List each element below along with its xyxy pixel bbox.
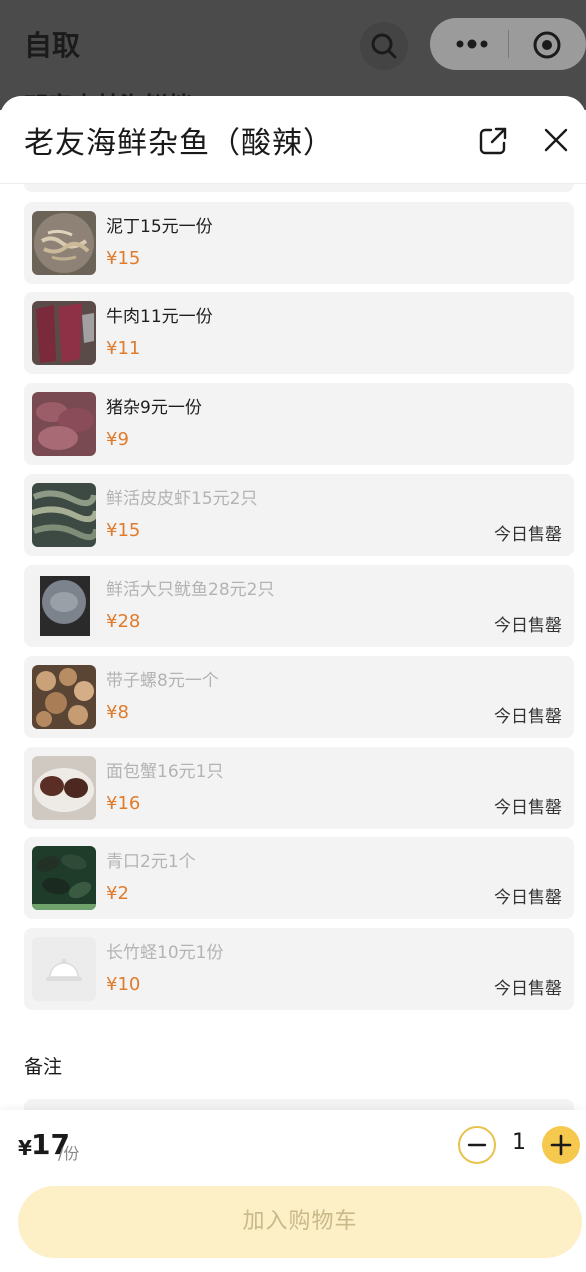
item-price: ¥9 — [106, 429, 129, 450]
price-unit: /份 — [58, 1144, 80, 1163]
quantity-value: 1 — [512, 1130, 526, 1155]
mini-program-capsule — [430, 18, 586, 70]
sold-out-label: 今日售罄 — [494, 798, 562, 818]
item-name: 带子螺8元一个 — [106, 671, 219, 691]
item-name: 猪杂9元一份 — [106, 398, 202, 418]
item-photo — [32, 301, 96, 365]
option-item[interactable]: 青口2元1个 ¥2 今日售罄 — [24, 837, 574, 919]
currency-symbol: ¥ — [18, 1136, 32, 1160]
minus-icon — [467, 1143, 487, 1147]
sheet-header: 老友海鲜杂鱼（酸辣） — [0, 96, 586, 184]
sold-out-label: 今日售罄 — [494, 616, 562, 636]
item-name: 青口2元1个 — [106, 852, 196, 872]
placeholder-dish-icon — [32, 937, 96, 1001]
plus-icon — [550, 1134, 572, 1156]
item-name: 泥丁15元一份 — [106, 217, 213, 237]
option-item[interactable]: 面包蟹16元1只 ¥16 今日售罄 — [24, 747, 574, 829]
item-price: ¥11 — [106, 338, 141, 359]
capsule-divider — [508, 30, 509, 58]
option-item[interactable]: 猪杂9元一份 ¥9 — [24, 383, 574, 465]
item-photo — [32, 756, 96, 820]
item-price: ¥2 — [106, 883, 129, 904]
item-price: ¥28 — [106, 611, 141, 632]
increase-quantity-button[interactable] — [542, 1126, 580, 1164]
list-item — [24, 184, 574, 192]
item-price: ¥8 — [106, 702, 129, 723]
background-page: 自取 邓家中林海鲜档 — [0, 0, 586, 120]
item-photo — [32, 846, 96, 910]
product-detail-sheet: 老友海鲜杂鱼（酸辣） 泥丁15元一份 ¥15 牛肉11元一份 ¥11 猪杂9元一… — [0, 96, 586, 1272]
item-photo — [32, 665, 96, 729]
more-icon[interactable] — [454, 32, 490, 56]
item-name: 鲜活皮皮虾15元2只 — [106, 489, 258, 509]
option-list: 泥丁15元一份 ¥15 牛肉11元一份 ¥11 猪杂9元一份 ¥9 鲜活皮皮虾1… — [0, 184, 586, 1108]
search-button[interactable] — [360, 22, 408, 70]
sold-out-label: 今日售罄 — [494, 888, 562, 908]
add-to-cart-label: 加入购物车 — [242, 1209, 358, 1234]
search-icon — [371, 33, 397, 59]
decrease-quantity-button[interactable] — [458, 1126, 496, 1164]
item-name: 长竹蛏10元1份 — [106, 943, 224, 963]
item-name: 面包蟹16元1只 — [106, 762, 224, 782]
item-photo — [32, 211, 96, 275]
option-item[interactable]: 鲜活皮皮虾15元2只 ¥15 今日售罄 — [24, 474, 574, 556]
item-price: ¥16 — [106, 793, 141, 814]
item-photo — [32, 483, 96, 547]
sheet-title: 老友海鲜杂鱼（酸辣） — [24, 126, 334, 161]
sold-out-label: 今日售罄 — [494, 707, 562, 727]
bottom-action-bar: ¥ 17 /份 1 加入购物车 — [0, 1110, 586, 1272]
item-photo — [32, 574, 96, 638]
remarks-label: 备注 — [24, 1056, 63, 1078]
item-price: ¥10 — [106, 974, 141, 995]
item-photo — [32, 392, 96, 456]
sold-out-label: 今日售罄 — [494, 525, 562, 545]
item-price: ¥15 — [106, 248, 141, 269]
item-price: ¥15 — [106, 520, 141, 541]
option-item[interactable]: 鲜活大只鱿鱼28元2只 ¥28 今日售罄 — [24, 565, 574, 647]
share-icon[interactable] — [478, 126, 508, 156]
item-name: 鲜活大只鱿鱼28元2只 — [106, 580, 275, 600]
page-title: 自取 — [24, 29, 81, 62]
option-item[interactable]: 泥丁15元一份 ¥15 — [24, 202, 574, 284]
option-item[interactable]: 长竹蛏10元1份 ¥10 今日售罄 — [24, 928, 574, 1010]
item-name: 牛肉11元一份 — [106, 307, 213, 327]
sold-out-label: 今日售罄 — [494, 979, 562, 999]
close-icon[interactable] — [542, 126, 570, 154]
option-item[interactable]: 牛肉11元一份 ¥11 — [24, 292, 574, 374]
exit-mini-program-icon[interactable] — [532, 30, 562, 60]
add-to-cart-button[interactable]: 加入购物车 — [18, 1186, 582, 1258]
option-item[interactable]: 带子螺8元一个 ¥8 今日售罄 — [24, 656, 574, 738]
